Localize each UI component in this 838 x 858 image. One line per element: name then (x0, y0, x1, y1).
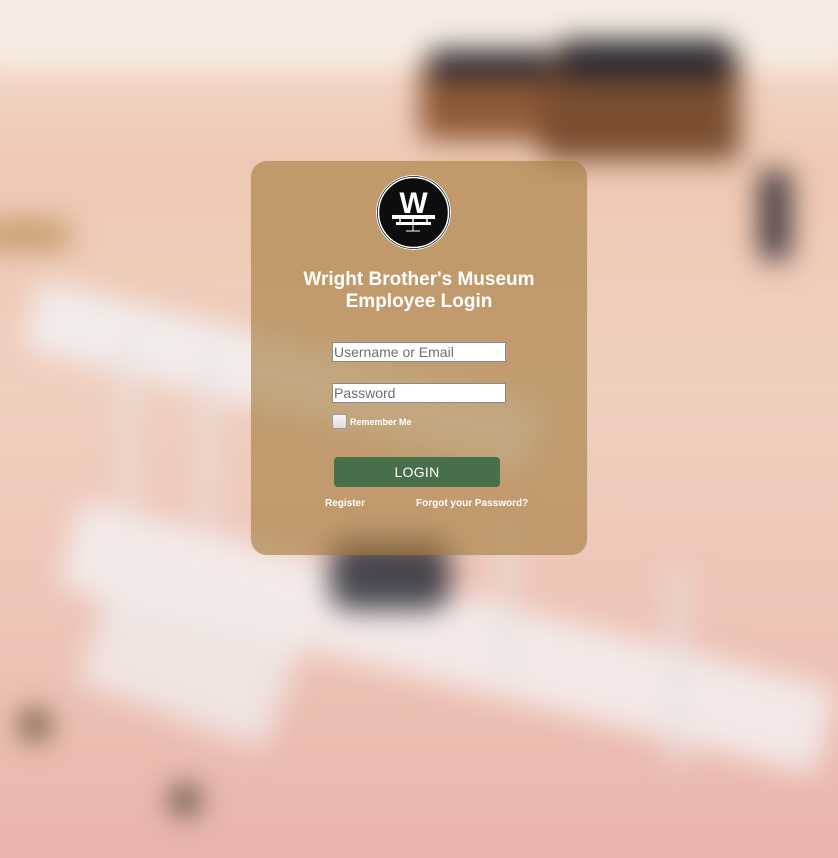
register-link[interactable]: Register (325, 498, 365, 509)
remember-me-checkbox[interactable] (332, 414, 347, 429)
login-button[interactable]: LOGIN (334, 457, 500, 487)
wright-airplane-logo-icon: W (376, 175, 451, 250)
remember-me[interactable]: Remember Me (332, 414, 412, 429)
remember-me-label: Remember Me (350, 416, 412, 427)
login-card: W Wright Brother's Museum Employee Login… (251, 161, 587, 555)
page-background: W Wright Brother's Museum Employee Login… (0, 0, 838, 858)
title-line-2: Employee Login (345, 291, 493, 312)
password-input[interactable] (332, 383, 506, 403)
page-title: Wright Brother's Museum Employee Login (251, 269, 587, 313)
title-line-1: Wright Brother's Museum (303, 269, 535, 290)
username-input[interactable] (332, 342, 506, 362)
forgot-password-link[interactable]: Forgot your Password? (416, 498, 528, 509)
